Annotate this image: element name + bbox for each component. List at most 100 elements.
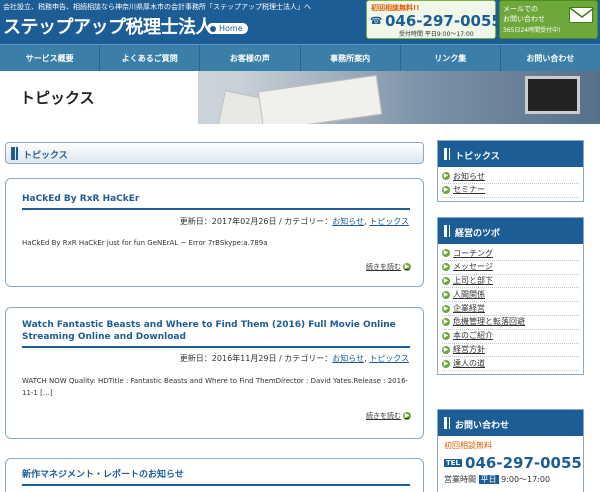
phone-number: 046-297-0055 bbox=[385, 12, 502, 30]
mail-contact-button[interactable]: メールでの お問い合わせ 365日24時間受付中! bbox=[499, 0, 598, 39]
sidebar-item-label: 危機管理と転落回避 bbox=[453, 317, 525, 327]
read-more-label: 続きを読む bbox=[366, 263, 401, 271]
phone-banner[interactable]: 初回相談無料!! ☎ 046-297-0055 受付時間 平日9:00～17:0… bbox=[366, 0, 502, 39]
arrow-right-icon: ▶ bbox=[442, 332, 450, 341]
arrow-right-icon: ▶ bbox=[442, 290, 450, 299]
hours-prefix: 営業時間 bbox=[444, 475, 476, 484]
page-title: トピックス bbox=[20, 89, 95, 107]
sidebar-item-boss-subordinate[interactable]: ▶ 上司と部下 bbox=[442, 275, 579, 289]
post-title[interactable]: HaCkEd By RxR HaCkEr bbox=[22, 193, 410, 210]
hours-tag: 平日 bbox=[478, 475, 499, 484]
sidebar-item-label: セミナー bbox=[453, 185, 485, 195]
mail-line-1: メールでの bbox=[503, 5, 538, 13]
post-excerpt: WATCH NOW Quality: HDTitle : Fantastic B… bbox=[22, 377, 409, 397]
category-link[interactable]: お知らせ bbox=[332, 217, 364, 226]
widget-bar-icon-thin bbox=[449, 417, 450, 429]
sidebar-item-seminar[interactable]: ▶ セミナー bbox=[442, 184, 579, 198]
read-more-label: 続きを読む bbox=[366, 412, 401, 420]
contact-tel-row[interactable]: TEL 046-297-0055 bbox=[444, 454, 582, 472]
post-title[interactable]: 新作マネジメント・レポートのお知らせ bbox=[22, 469, 410, 486]
sidebar-item-relationships[interactable]: ▶ 人間関係 bbox=[442, 288, 579, 303]
widget-bar-icon bbox=[444, 225, 447, 237]
arrow-right-icon: ▶ bbox=[442, 276, 450, 285]
category-link[interactable]: トピックス bbox=[369, 217, 409, 226]
home-label: Home bbox=[219, 24, 243, 33]
post-card: HaCkEd By RxR HaCkEr 更新日：2017年02月26日 / カ… bbox=[5, 178, 424, 287]
sidebar-item-label: 人間関係 bbox=[453, 289, 485, 299]
widget-title: お問い合わせ bbox=[455, 421, 510, 431]
section-bar-icon-thin bbox=[16, 147, 18, 160]
post-date: 2016年11月29日 bbox=[211, 354, 277, 363]
post-excerpt: HaCkEd By RxR HaCkEr just for fun GeNErA… bbox=[22, 239, 268, 247]
widget-header: 経営のツボ bbox=[438, 218, 583, 244]
contact-hours: 営業時間 平日 9:00～17:00 bbox=[444, 474, 577, 485]
header-tagline: 会社設立、税務申告、相続相談なら神奈川県厚木市の会計事務所「ステップアップ税理士… bbox=[3, 3, 311, 11]
sidebar-item-policy[interactable]: ▶ 経営方針 bbox=[442, 344, 579, 358]
arrow-right-icon: ▶ bbox=[403, 412, 411, 420]
widget-title: 経営のツボ bbox=[455, 229, 501, 239]
phone-icon: ☎ bbox=[370, 16, 383, 27]
nav-links[interactable]: リンク集 bbox=[401, 45, 501, 71]
nav-services[interactable]: サービス概要 bbox=[0, 45, 101, 71]
tips-list: ▶ コーチング ▶ メッセージ ▶ 上司と部下 ▶ 人間関係 ▶ 企業経営 ▶ 危機管理と転… bbox=[438, 244, 583, 374]
arrow-right-icon: ▶ bbox=[442, 345, 450, 354]
widget-header: トピックス bbox=[438, 141, 583, 167]
post-date: 2017年02月26日 bbox=[211, 217, 277, 226]
meta-category-prefix: / カテゴリー： bbox=[276, 217, 333, 226]
sidebar-item-books[interactable]: ▶ 本のご紹介 bbox=[442, 330, 579, 344]
nav-office[interactable]: 事務所案内 bbox=[301, 45, 401, 71]
sidebar-item-coaching[interactable]: ▶ コーチング bbox=[442, 247, 579, 261]
sidebar-item-news[interactable]: ▶ お知らせ bbox=[442, 170, 579, 184]
sidebar-item-label: お知らせ bbox=[453, 171, 485, 181]
post-meta: 更新日：2016年11月29日 / カテゴリー：お知らせ, トピックス bbox=[179, 354, 409, 363]
sidebar-item-label: 本のご紹介 bbox=[453, 331, 493, 341]
home-icon bbox=[210, 25, 216, 32]
widget-bar-icon bbox=[444, 148, 447, 160]
contact-phone-number: 046-297-0055 bbox=[465, 454, 582, 472]
arrow-right-icon: ▶ bbox=[442, 172, 450, 181]
category-link[interactable]: お知らせ bbox=[332, 354, 364, 363]
sidebar-item-label: 企業経営 bbox=[453, 303, 485, 313]
sidebar-item-label: 達人の道 bbox=[453, 358, 485, 368]
arrow-right-icon: ▶ bbox=[403, 263, 411, 271]
nav-faq[interactable]: よくあるご質問 bbox=[100, 45, 201, 71]
nav-contact[interactable]: お問い合わせ bbox=[501, 45, 600, 71]
widget-header: お問い合わせ bbox=[438, 410, 583, 436]
arrow-right-icon: ▶ bbox=[442, 186, 450, 195]
home-button[interactable]: Home bbox=[207, 23, 248, 34]
banner-monitor-image bbox=[525, 76, 580, 114]
sidebar-item-label: 経営方針 bbox=[453, 345, 485, 355]
post-title[interactable]: Watch Fantastic Beasts and Where to Find… bbox=[22, 319, 410, 348]
sidebar-item-master[interactable]: ▶ 達人の道 bbox=[442, 357, 579, 372]
post-card: 新作マネジメント・レポートのお知らせ bbox=[5, 458, 424, 492]
read-more-link[interactable]: 続きを読む ▶ bbox=[366, 262, 411, 272]
arrow-right-icon: ▶ bbox=[442, 263, 450, 272]
hours-value: 9:00～17:00 bbox=[501, 475, 551, 484]
phone-hours: 受付時間 平日9:00～17:00 bbox=[399, 31, 474, 38]
sidebar-tips-widget: 経営のツボ ▶ コーチング ▶ メッセージ ▶ 上司と部下 ▶ 人間関係 ▶ 企業経営 ▶… bbox=[437, 217, 584, 376]
post-meta: 更新日：2017年02月26日 / カテゴリー：お知らせ, トピックス bbox=[179, 217, 409, 226]
sidebar-item-message[interactable]: ▶ メッセージ bbox=[442, 261, 579, 275]
sidebar-topics-widget: トピックス ▶ お知らせ ▶ セミナー bbox=[437, 140, 584, 202]
site-header: 会社設立、税務申告、相続相談なら神奈川県厚木市の会計事務所「ステップアップ税理士… bbox=[0, 0, 600, 44]
sidebar-contact-widget: お問い合わせ 初回相談無料 TEL 046-297-0055 営業時間 平日 9… bbox=[437, 409, 584, 492]
arrow-right-icon: ▶ bbox=[442, 304, 450, 313]
nav-voice[interactable]: お客様の声 bbox=[200, 45, 301, 71]
sidebar-item-label: コーチング bbox=[453, 248, 493, 258]
category-link[interactable]: トピックス bbox=[369, 354, 409, 363]
site-title[interactable]: ステップアップ税理士法人 bbox=[3, 13, 214, 39]
sidebar-item-management[interactable]: ▶ 企業経営 bbox=[442, 302, 579, 316]
section-bar-icon bbox=[11, 147, 15, 160]
sidebar-item-crisis[interactable]: ▶ 危機管理と転落回避 bbox=[442, 316, 579, 330]
meta-updated-prefix: 更新日： bbox=[179, 217, 212, 226]
read-more-link[interactable]: 続きを読む ▶ bbox=[366, 411, 411, 421]
topics-list: ▶ お知らせ ▶ セミナー bbox=[438, 167, 583, 201]
global-nav: サービス概要 よくあるご質問 お客様の声 事務所案内 リンク集 お問い合わせ bbox=[0, 44, 600, 71]
arrow-right-icon: ▶ bbox=[442, 249, 450, 258]
envelope-icon bbox=[569, 7, 595, 23]
widget-bar-icon-thin bbox=[449, 225, 450, 237]
section-header: トピックス bbox=[5, 142, 424, 164]
widget-title: トピックス bbox=[455, 152, 500, 162]
banner-title-panel: トピックス bbox=[0, 71, 199, 124]
arrow-right-icon: ▶ bbox=[442, 318, 450, 327]
